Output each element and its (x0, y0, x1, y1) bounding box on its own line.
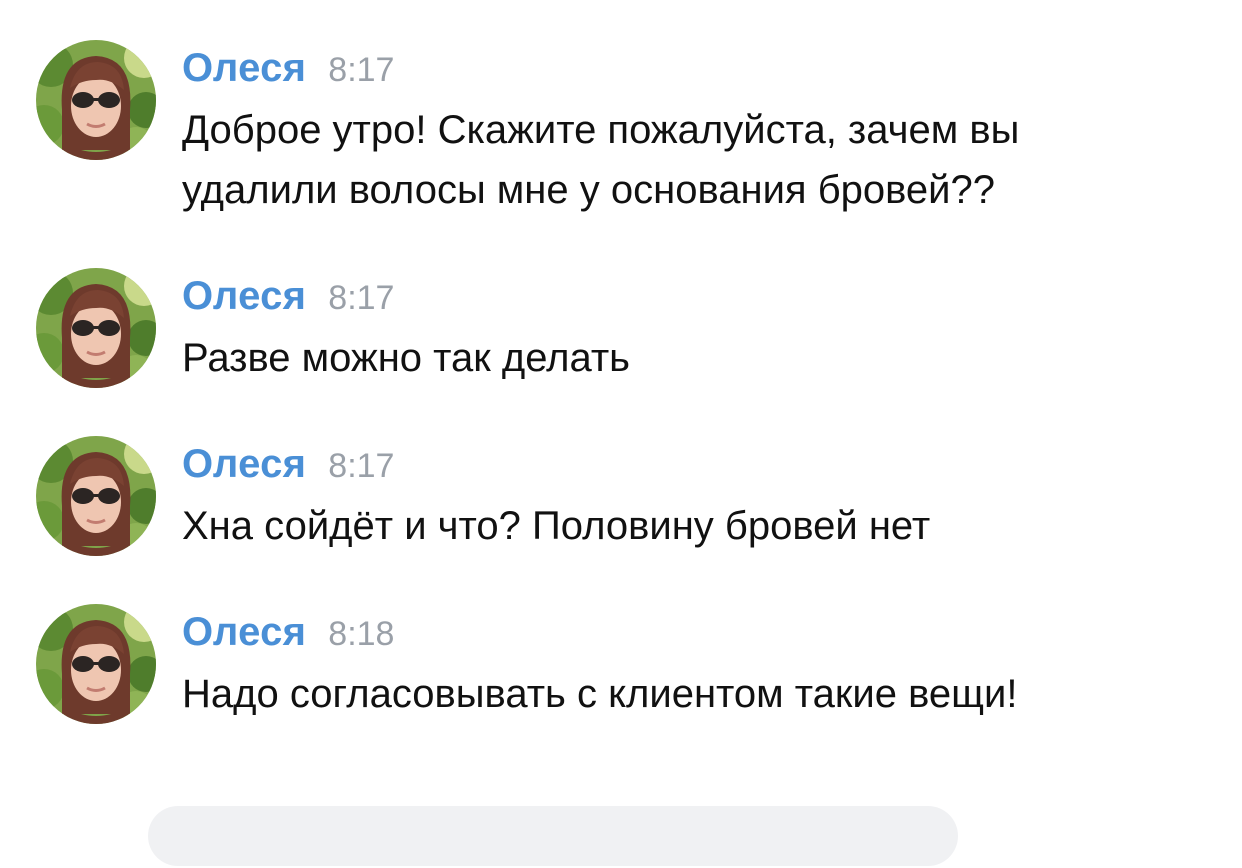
avatar[interactable] (36, 268, 156, 388)
chat-message-list: Олеся 8:17 Доброе утро! Скажите пожалуйст… (0, 0, 1242, 868)
message-header: Олеся 8:17 (182, 46, 394, 91)
message-timestamp: 8:17 (328, 51, 395, 89)
user-photo-avatar-icon (36, 268, 156, 388)
message-text: Хна сойдёт и что? Половину бровей нет (182, 504, 931, 548)
message-timestamp: 8:18 (328, 615, 395, 653)
author-name[interactable]: Олеся (182, 610, 306, 654)
message-text: Разве можно так делать (182, 336, 631, 380)
avatar[interactable] (36, 604, 156, 724)
message-timestamp: 8:17 (328, 279, 395, 317)
user-photo-avatar-icon (36, 604, 156, 724)
user-photo-avatar-icon (36, 40, 156, 160)
message-header: Олеся 8:17 (182, 274, 394, 319)
author-name[interactable]: Олеся (182, 274, 306, 318)
message-input[interactable] (148, 806, 962, 868)
message-header: Олеся 8:18 (182, 610, 394, 655)
author-name[interactable]: Олеся (182, 442, 306, 486)
avatar[interactable] (36, 40, 156, 160)
message-header: Олеся 8:17 (182, 442, 394, 487)
message-composer[interactable] (148, 806, 962, 868)
message-text: Доброе утро! Скажите пожалуйста, зачем в… (182, 108, 1020, 212)
message-timestamp: 8:17 (328, 447, 395, 485)
user-photo-avatar-icon (36, 436, 156, 556)
message-text: Надо согласовывать с клиентом такие вещи… (182, 672, 1018, 716)
author-name[interactable]: Олеся (182, 46, 306, 90)
avatar[interactable] (36, 436, 156, 556)
